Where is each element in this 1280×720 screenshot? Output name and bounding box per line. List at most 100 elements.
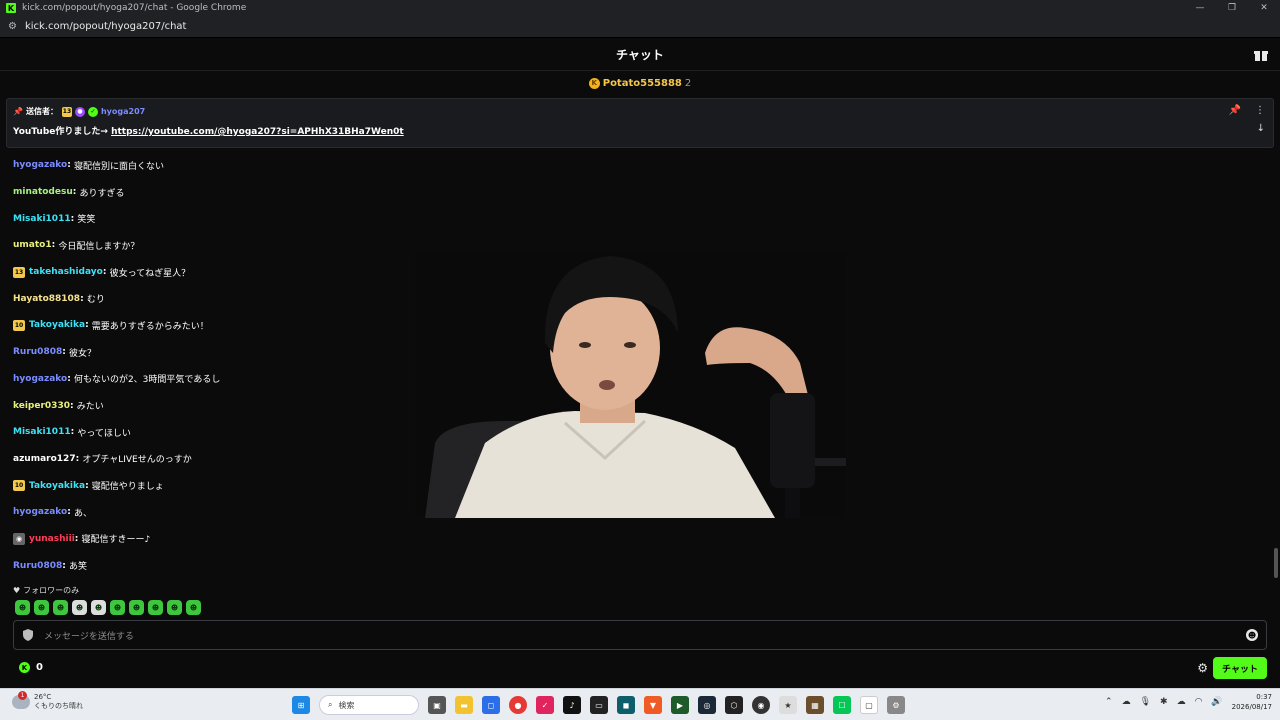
weather-text: くもりのち晴れ xyxy=(34,702,83,710)
steam-icon[interactable]: ◎ xyxy=(698,696,716,714)
collapse-arrow-icon[interactable]: ↓ xyxy=(1257,123,1265,134)
app-icon[interactable]: ★ xyxy=(779,696,797,714)
bluetooth-icon[interactable]: ✱ xyxy=(1160,697,1168,707)
clock[interactable]: 0:37 2026/08/17 xyxy=(1232,692,1272,712)
chat-message-text: やってほしい xyxy=(77,428,131,439)
microphone-icon[interactable]: 🎙 xyxy=(1140,697,1151,707)
cloud-icon: 1 xyxy=(12,691,30,709)
chevron-up-icon[interactable]: ⌃ xyxy=(1105,697,1113,707)
wifi-icon[interactable]: ◠ xyxy=(1195,697,1203,707)
volume-icon[interactable]: 🔊 xyxy=(1211,697,1222,707)
weather-widget[interactable]: 1 26°C くもりのち晴れ xyxy=(12,691,83,711)
message-separator: : xyxy=(75,453,83,464)
chat-username[interactable]: Misaki1011 xyxy=(13,214,71,224)
site-settings-icon[interactable]: ⚙ xyxy=(8,21,17,32)
chat-message-text: オプチャLIVEせんのっすか xyxy=(82,455,192,466)
chat-username[interactable]: hyogazako xyxy=(13,160,67,170)
chat-username[interactable]: keiper0330 xyxy=(13,401,70,411)
minecraft-icon[interactable]: ▦ xyxy=(806,696,824,714)
settings-gear-icon[interactable]: ⚙ xyxy=(1197,661,1208,675)
channel-points[interactable]: K 0 xyxy=(19,662,43,673)
emote-icon[interactable]: ☻ xyxy=(72,600,87,615)
chat-message: hyogazako: 寝配信別に面白くない xyxy=(13,152,613,179)
window-controls: — ❐ ✕ xyxy=(1184,0,1280,16)
streamer-webcam-overlay xyxy=(415,253,846,518)
app-icon[interactable]: ▢ xyxy=(860,696,878,714)
gift-icon[interactable] xyxy=(1254,48,1268,62)
chat-username[interactable]: hyogazako xyxy=(13,507,67,517)
chat-username[interactable]: azumaro127 xyxy=(13,454,76,464)
cloud-sync-icon[interactable]: ☁ xyxy=(1177,697,1186,707)
close-icon[interactable]: ✕ xyxy=(1248,0,1280,16)
emote-icon[interactable]: ☻ xyxy=(15,600,30,615)
task-view-icon[interactable]: ▣ xyxy=(428,696,446,714)
chat-username[interactable]: yunashiii xyxy=(29,534,75,544)
chat-username[interactable]: Takoyakika xyxy=(29,481,85,491)
send-chat-button[interactable]: チャット xyxy=(1213,657,1267,679)
emote-icon[interactable]: ☻ xyxy=(34,600,49,615)
chat-message-text: 今日配信しますか？ xyxy=(58,241,140,252)
chat-username[interactable]: umato1 xyxy=(13,240,52,250)
emoji-picker-icon[interactable]: ☻ xyxy=(1246,629,1258,641)
onedrive-icon[interactable]: ☁ xyxy=(1122,697,1131,707)
top-gifter[interactable]: K Potato555888 2 xyxy=(0,72,1280,94)
pinned-link[interactable]: https://youtube.com/@hyoga207?si=APHhX31… xyxy=(111,127,404,137)
chat-message-text: あ笑 xyxy=(68,562,87,573)
chrome-icon[interactable]: ● xyxy=(509,696,527,714)
quick-emote-bar: ☻ ☻ ☻ ☻ ☻ ☻ ☻ ☻ ☻ ☻ xyxy=(15,600,201,615)
emote-icon[interactable]: ☻ xyxy=(148,600,163,615)
app-icon[interactable]: ⬡ xyxy=(725,696,743,714)
obs-icon[interactable]: ◉ xyxy=(752,696,770,714)
chat-message-text: あ、 xyxy=(73,508,92,519)
chat-message-text: 彼女ってねぎ星人？ xyxy=(109,268,191,279)
app-icon[interactable]: ✓ xyxy=(536,696,554,714)
app-icon[interactable]: ▭ xyxy=(590,696,608,714)
input-placeholder: メッセージを送信する xyxy=(44,631,134,642)
minimize-icon[interactable]: — xyxy=(1184,0,1216,16)
emote-icon[interactable]: ☻ xyxy=(129,600,144,615)
address-bar[interactable]: ⚙ kick.com/popout/hyoga207/chat xyxy=(0,16,1280,38)
file-explorer-icon[interactable]: ▬ xyxy=(455,696,473,714)
emote-icon[interactable]: ☻ xyxy=(186,600,201,615)
restore-icon[interactable]: ❐ xyxy=(1216,0,1248,16)
message-separator: : xyxy=(72,187,80,198)
tiktok-icon[interactable]: ♪ xyxy=(563,696,581,714)
emote-icon[interactable]: ☻ xyxy=(167,600,182,615)
chat-username[interactable]: Hayato88108 xyxy=(13,294,80,304)
chat-message-input[interactable]: メッセージを送信する ☻ xyxy=(13,620,1267,650)
chat-username[interactable]: Misaki1011 xyxy=(13,427,71,437)
more-options-icon[interactable]: ⋮ xyxy=(1255,105,1265,116)
unpin-icon[interactable]: 📌 xyxy=(1229,105,1241,116)
taskbar-search[interactable]: ⌕ 検索 xyxy=(319,695,419,715)
chat-message: minatodesu: ありすぎる xyxy=(13,179,613,206)
windows-start-icon[interactable]: ⊞ xyxy=(292,696,310,714)
app-icon[interactable]: ▶ xyxy=(671,696,689,714)
app-icon[interactable]: ◼ xyxy=(617,696,635,714)
chat-username[interactable]: Ruru0808 xyxy=(13,347,62,357)
emote-icon[interactable]: ☻ xyxy=(91,600,106,615)
app-icon[interactable]: ◻ xyxy=(482,696,500,714)
chat-scrollbar[interactable] xyxy=(1274,548,1278,578)
chat-message-text: 寝配信すきーー♪ xyxy=(81,535,151,546)
chat-username[interactable]: hyogazako xyxy=(13,374,67,384)
chat-username[interactable]: Takoyakika xyxy=(29,320,85,330)
sub-badge: 10 xyxy=(13,319,25,331)
chat-username[interactable]: takehashidayo xyxy=(29,267,103,277)
pinned-username[interactable]: hyoga207 xyxy=(101,107,145,116)
search-icon: ⌕ xyxy=(328,700,333,709)
pinned-message: 📌 送信者： 13 ● ✓ hyoga207 YouTube作りました→ htt… xyxy=(6,98,1274,148)
brave-icon[interactable]: ▼ xyxy=(644,696,662,714)
emote-icon[interactable]: ☻ xyxy=(110,600,125,615)
message-separator: : xyxy=(51,240,59,251)
user-avatar-icon: ◉ xyxy=(13,532,25,545)
clock-time: 0:37 xyxy=(1256,693,1272,701)
url-text: kick.com/popout/hyoga207/chat xyxy=(24,21,187,32)
chat-footer: K 0 ⚙ チャット xyxy=(0,652,1280,684)
pin-icon: 📌 xyxy=(13,107,23,116)
line-icon[interactable]: ☐ xyxy=(833,696,851,714)
heart-icon: ♥ xyxy=(13,586,21,595)
chat-username[interactable]: Ruru0808 xyxy=(13,561,62,571)
chat-username[interactable]: minatodesu xyxy=(13,187,73,197)
emote-icon[interactable]: ☻ xyxy=(53,600,68,615)
settings-icon[interactable]: ⚙ xyxy=(887,696,905,714)
